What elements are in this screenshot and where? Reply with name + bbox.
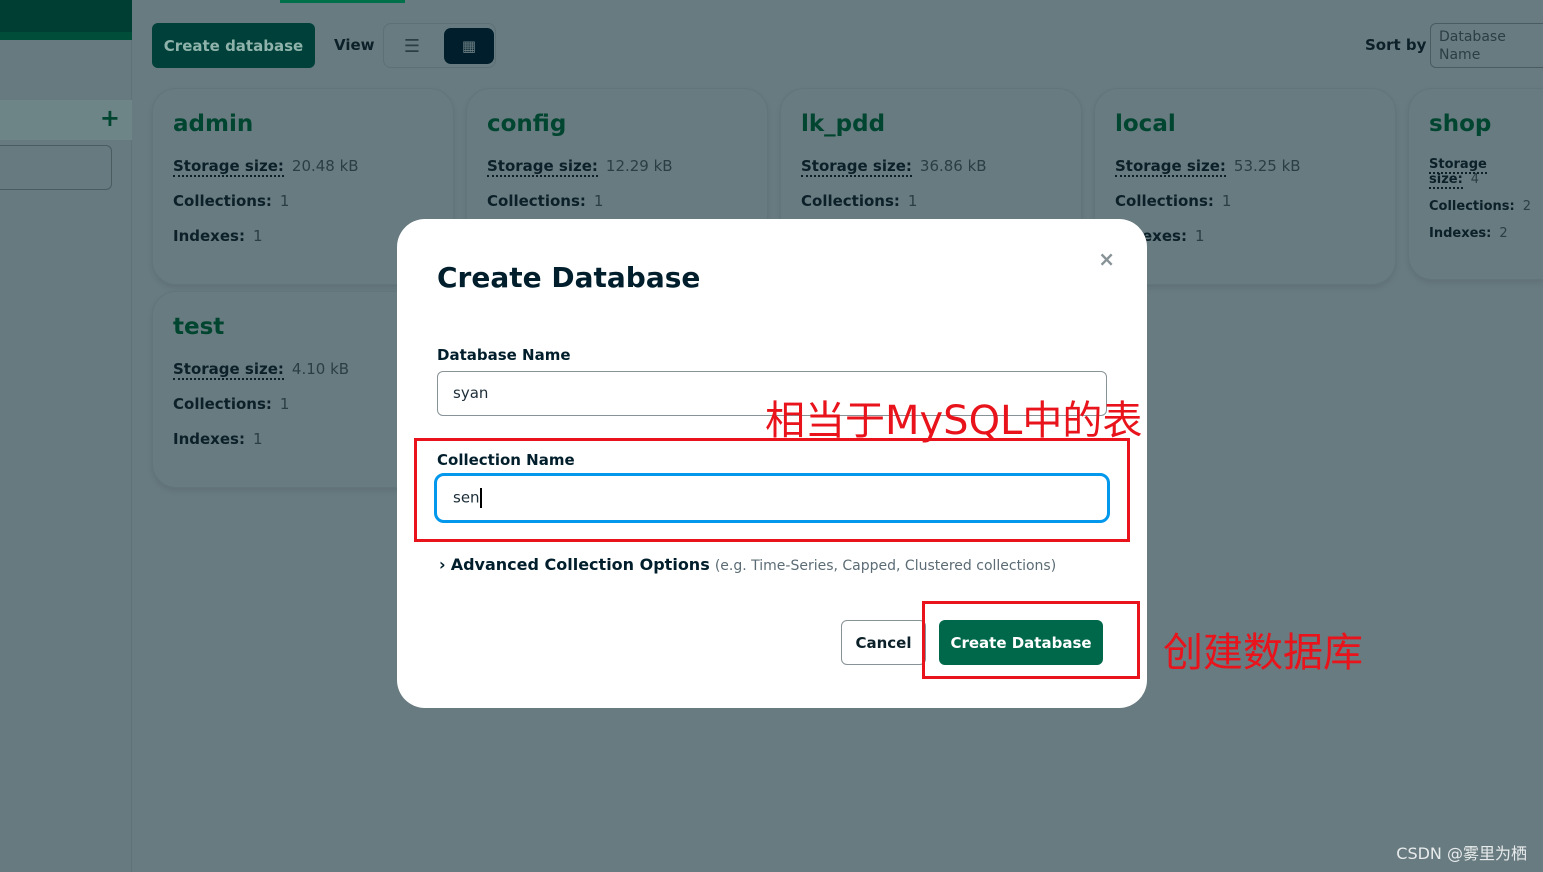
indexes-row: Indexes: 1 [173,227,433,245]
database-name[interactable]: admin [173,111,433,137]
indexes-row: Indexes: 1 [173,430,433,448]
storage-size-row: Storage size: 36.86 kB [801,157,1061,177]
database-name[interactable]: test [173,314,433,340]
sidebar-header [0,0,132,40]
collections-value: 1 [593,192,604,210]
modal-title: Create Database [437,261,701,294]
annotation-table-note: 相当于MySQL中的表 [765,398,1143,444]
annotation-box-collection [414,438,1130,542]
storage-size-row: Storage size: 12.29 kB [487,157,747,177]
storage-size-row: Storage size: 20.48 kB [173,157,433,177]
indexes-value: 1 [252,227,263,245]
advanced-options-hint: (e.g. Time-Series, Capped, Clustered col… [714,558,1057,574]
collections-label: Collections: [1429,199,1515,214]
storage-size-row: Storage size: 4.10 kB [173,360,433,380]
storage-size-value: 20.48 kB [291,157,359,175]
database-card[interactable]: shop Storage size: 4 Collections: 2 Indexe… [1408,88,1543,280]
storage-size-value: 53.25 kB [1233,157,1301,175]
collections-row: Collections: 1 [173,395,433,413]
collections-row: Collections: 1 [173,192,433,210]
storage-size-value: 4.10 kB [291,360,350,378]
list-view-icon[interactable]: ☰ [394,30,430,62]
sort-label: Sort by [1365,36,1427,54]
collections-label: Collections: [1115,192,1214,210]
storage-size-row: Storage size: 4 [1429,157,1535,189]
annotation-box-create [922,601,1140,679]
collections-row: Collections: 1 [487,192,747,210]
collections-label: Collections: [487,192,586,210]
collections-label: Collections: [173,395,272,413]
advanced-options-toggle[interactable]: › Advanced Collection Options (e.g. Time… [439,555,1056,574]
indexes-row: Indexes:1 [1115,227,1375,245]
sort-select[interactable]: Database Name [1430,23,1543,68]
active-tab-indicator [280,0,405,3]
plus-icon[interactable]: + [100,104,120,132]
collections-value: 1 [279,192,290,210]
indexes-value: 2 [1499,226,1508,241]
indexes-label: Indexes: [1429,226,1492,241]
collections-label: Collections: [801,192,900,210]
database-name-label: Database Name [437,346,571,364]
storage-size-label: Storage size: [173,360,284,380]
collections-row: Collections: 1 [1115,192,1375,210]
close-icon[interactable]: × [1098,247,1115,271]
create-database-button[interactable]: Create database [152,23,315,68]
storage-size-label: Storage size: [1115,157,1226,177]
collections-value: 1 [1221,192,1232,210]
storage-size-row: Storage size: 53.25 kB [1115,157,1375,177]
indexes-value: 1 [1194,227,1205,245]
collections-value: 2 [1522,199,1531,214]
storage-size-label: Storage size: [173,157,284,177]
database-name[interactable]: local [1115,111,1375,137]
cancel-button[interactable]: Cancel [841,620,926,665]
database-name[interactable]: config [487,111,747,137]
annotation-create-note: 创建数据库 [1163,630,1363,676]
storage-size-value: 4 [1470,172,1480,187]
watermark: CSDN @雾里为栖 [1396,844,1527,863]
database-name[interactable]: shop [1429,111,1535,137]
sidebar-search-input[interactable] [0,145,112,190]
sidebar: + [0,0,132,872]
indexes-label: Indexes: [173,227,245,245]
indexes-value: 1 [252,430,263,448]
storage-size-label: Storage size: [801,157,912,177]
collections-label: Collections: [173,192,272,210]
indexes-row: Indexes: 2 [1429,226,1535,241]
view-label: View [334,36,375,54]
collections-row: Collections: 2 [1429,199,1535,214]
advanced-options-label: Advanced Collection Options [450,555,710,574]
view-toggle: ☰ ▦ [383,23,496,68]
collections-value: 1 [907,192,918,210]
indexes-label: Indexes: [173,430,245,448]
chevron-right-icon: › [439,555,446,574]
database-name[interactable]: lk_pdd [801,111,1061,137]
collections-value: 1 [279,395,290,413]
storage-size-label: Storage size: [487,157,598,177]
sidebar-databases-row[interactable]: + [0,100,132,140]
storage-size-value: 36.86 kB [919,157,987,175]
storage-size-value: 12.29 kB [605,157,673,175]
grid-view-icon[interactable]: ▦ [444,28,494,64]
collections-row: Collections: 1 [801,192,1061,210]
